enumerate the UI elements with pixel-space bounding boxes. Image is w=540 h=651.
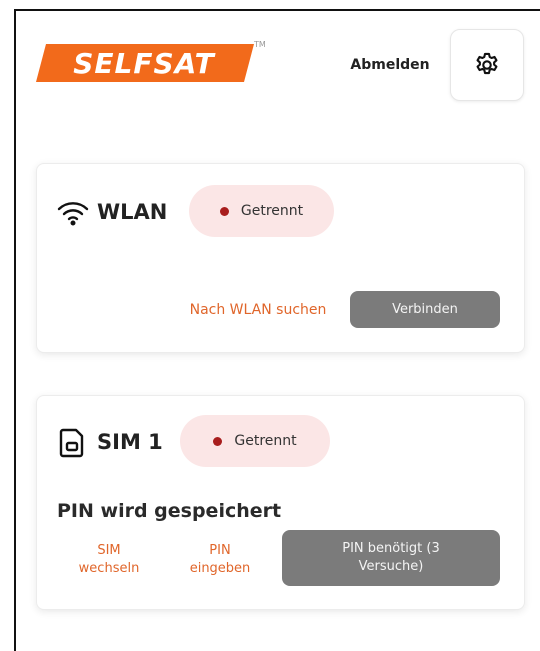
- pin-required-button[interactable]: PIN benötigt (3 Versuche): [282, 530, 500, 586]
- wlan-status-badge: Getrennt: [189, 185, 334, 237]
- logo-text: SELFSAT: [73, 47, 215, 80]
- pin-required-line2: Versuche): [358, 559, 424, 574]
- status-dot: [219, 206, 229, 216]
- wifi-icon: [57, 200, 89, 230]
- settings-button[interactable]: [450, 29, 524, 101]
- gear-icon: [473, 51, 501, 79]
- status-dot: [213, 436, 223, 446]
- enter-pin-label-line1: PIN: [209, 543, 231, 558]
- sim-status-text: Getrennt: [234, 433, 297, 449]
- sim-status-badge: Getrennt: [180, 415, 330, 467]
- selfsat-logo: SELFSAT TM: [36, 40, 266, 86]
- switch-sim-label-line1: SIM: [97, 543, 121, 558]
- pin-required-line1: PIN benötigt (3: [342, 541, 440, 556]
- wlan-status-text: Getrennt: [240, 203, 304, 219]
- wlan-title: WLAN: [97, 200, 168, 224]
- switch-sim-button[interactable]: SIM wechseln: [67, 542, 151, 578]
- logout-button[interactable]: Abmelden: [344, 53, 436, 77]
- search-wlan-button[interactable]: Nach WLAN suchen: [183, 301, 333, 319]
- switch-sim-label-line2: wechseln: [78, 561, 140, 576]
- connect-button[interactable]: Verbinden: [350, 291, 500, 328]
- wlan-card: WLAN Getrennt Nach WLAN suchen Verbinden: [36, 163, 525, 353]
- enter-pin-button[interactable]: PIN eingeben: [177, 542, 263, 578]
- sim-card: SIM 1 Getrennt PIN wird gespeichert SIM …: [36, 395, 525, 610]
- enter-pin-label-line2: eingeben: [189, 561, 251, 576]
- sim-title: SIM 1: [97, 430, 163, 454]
- pin-saved-heading: PIN wird gespeichert: [57, 500, 282, 522]
- trademark-mark: TM: [254, 40, 266, 49]
- sim-card-icon: [59, 428, 85, 462]
